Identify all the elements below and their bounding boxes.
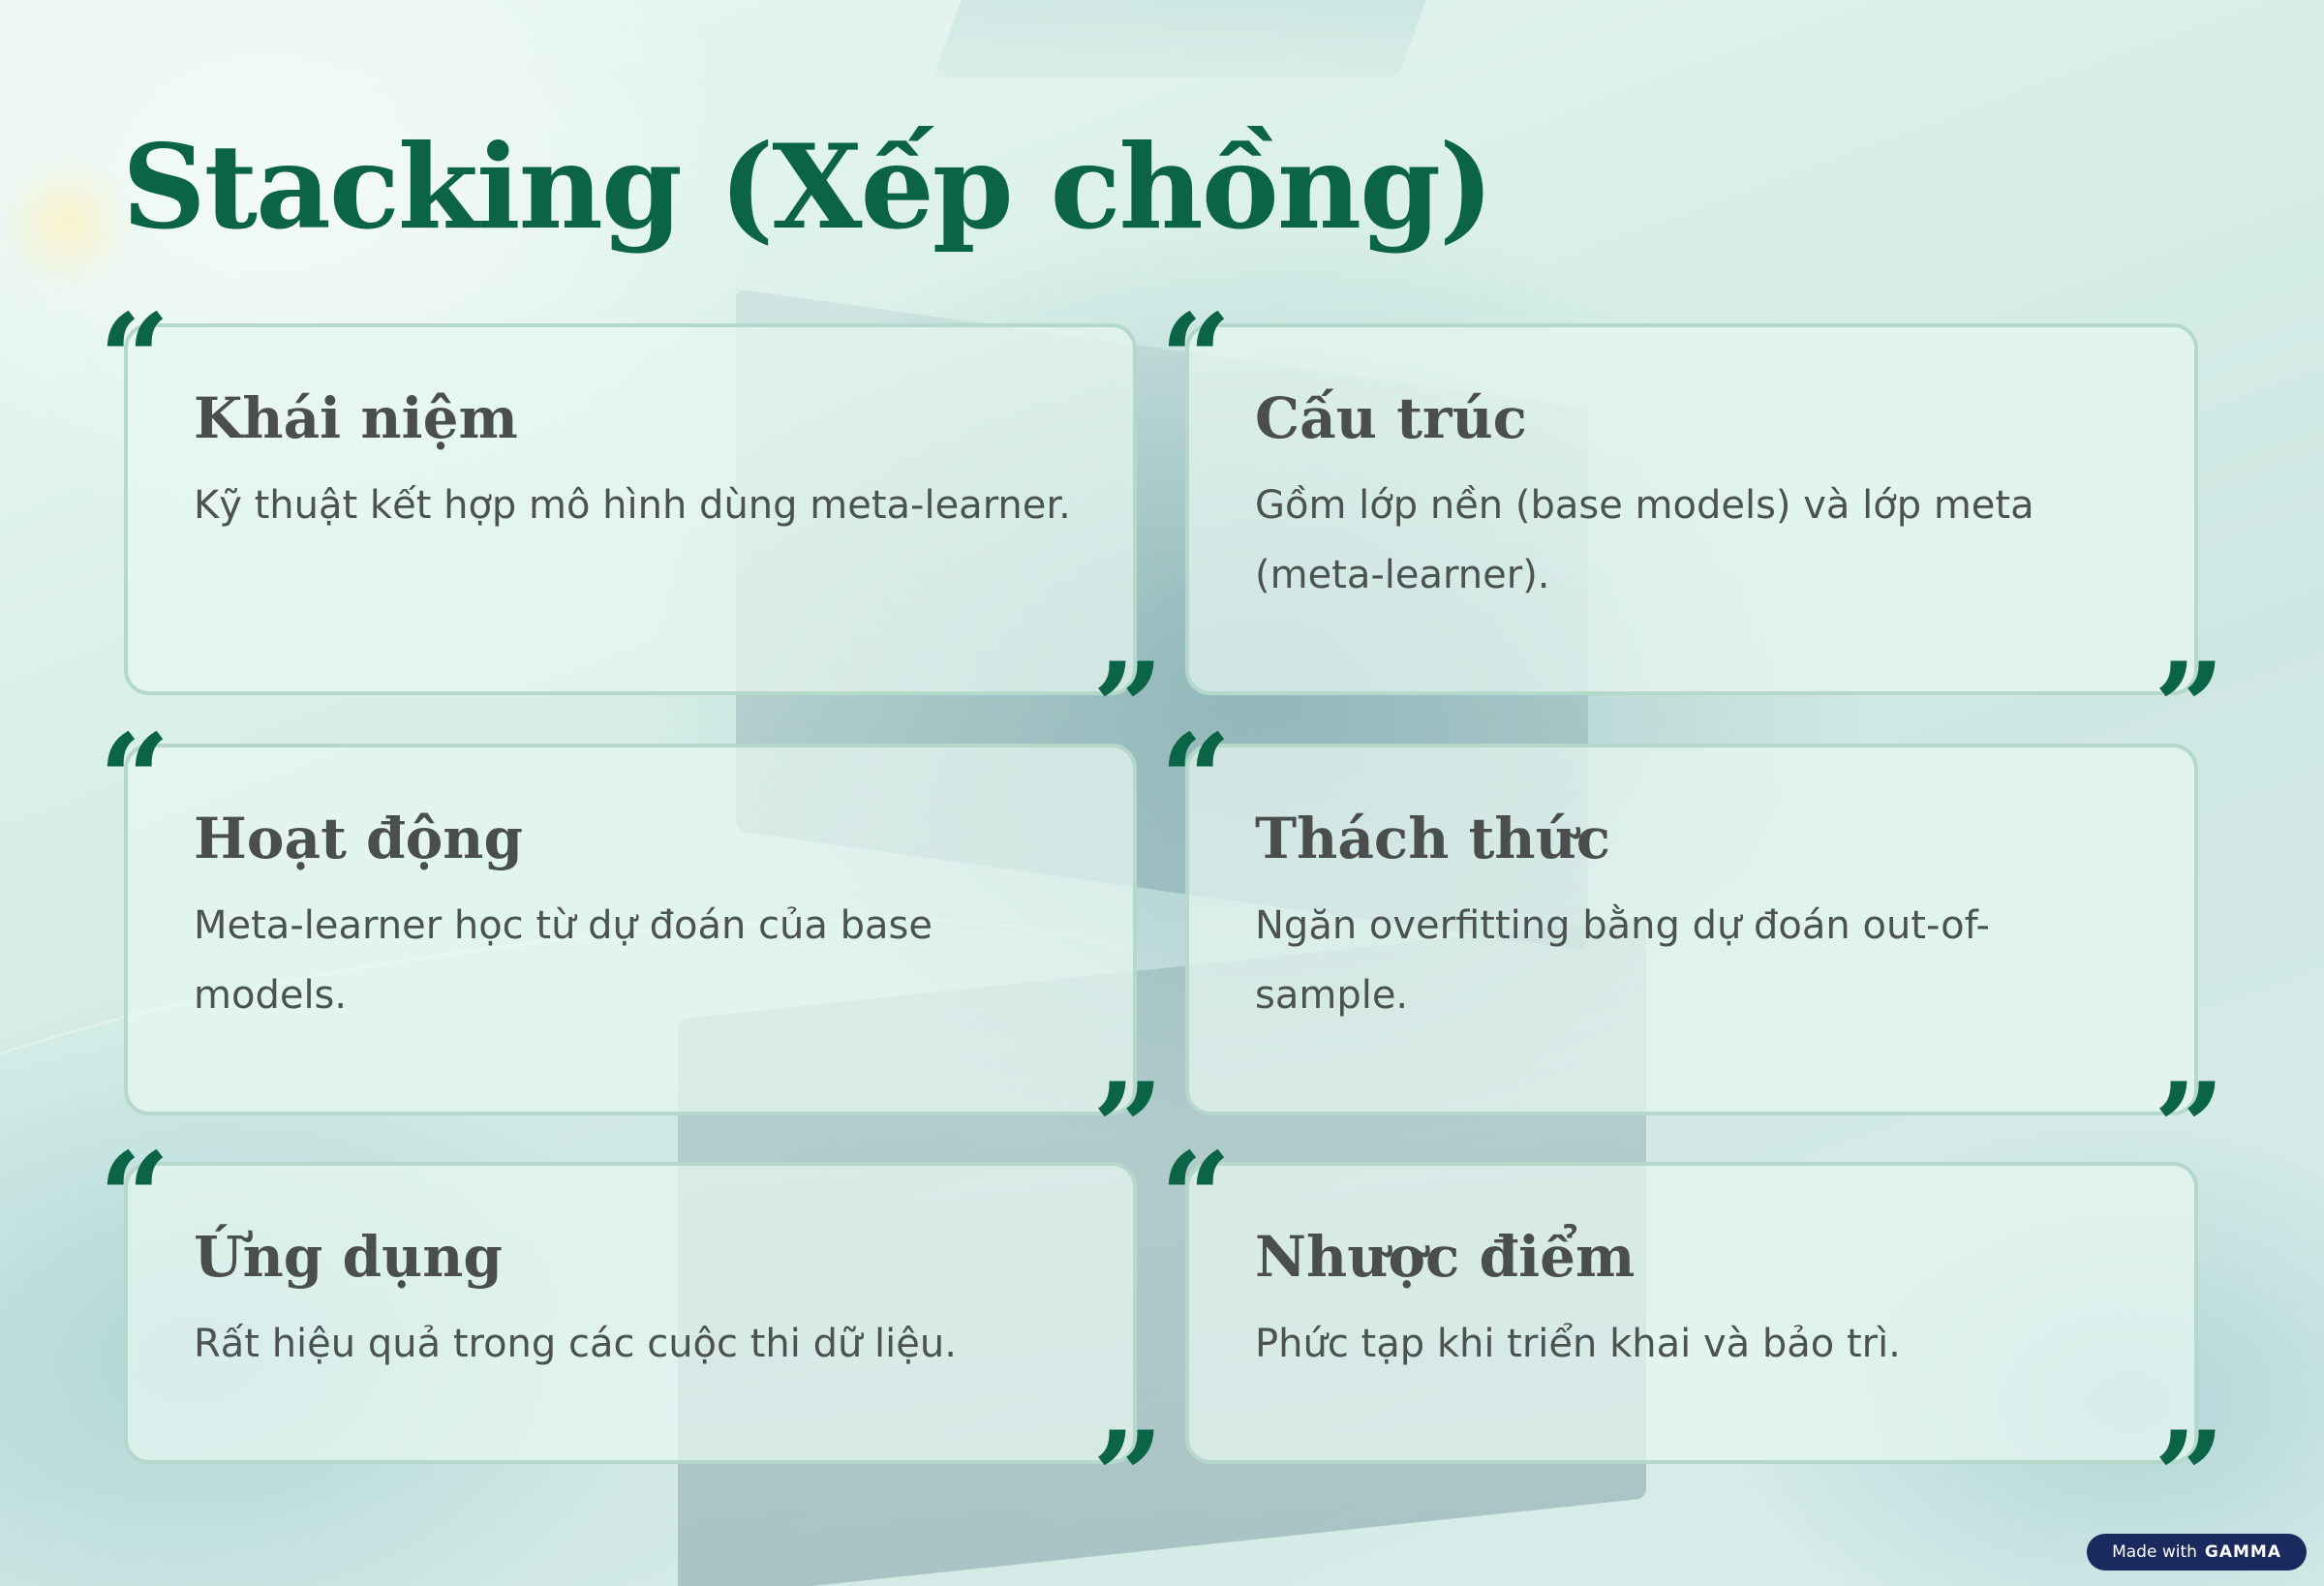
close-quote-icon: ” xyxy=(2154,656,2227,718)
card-text: Phức tạp khi triển khai và bảo trì. xyxy=(1255,1321,1901,1366)
card-text: Meta-learner học từ dự đoán của base mod… xyxy=(194,902,933,1018)
card-hoat-dong: “ Hoạt động Meta-learner học từ dự đoán … xyxy=(99,728,1164,1139)
close-quote-icon: ” xyxy=(1092,1425,1166,1487)
background-glow xyxy=(0,155,136,290)
card-heading: Hoạt động xyxy=(194,806,524,871)
card-text: Gồm lớp nền (base models) và lớp meta (m… xyxy=(1255,482,2034,597)
close-quote-icon: ” xyxy=(2154,1077,2227,1139)
open-quote-icon: “ xyxy=(99,1146,172,1208)
card-cau-truc: “ Cấu trúc Gồm lớp nền (base models) và … xyxy=(1160,308,2225,718)
card-nhuoc-diem: “ Nhược điểm Phức tạp khi triển khai và … xyxy=(1160,1146,2225,1487)
card-heading: Khái niệm xyxy=(194,385,518,451)
page-title: Stacking (Xếp chồng) xyxy=(122,119,1494,256)
card-text: Ngăn overfitting bằng dự đoán out-of-sam… xyxy=(1255,902,1990,1018)
card-ung-dung: “ Ứng dụng Rất hiệu quả trong các cuộc t… xyxy=(99,1146,1164,1487)
card-heading: Nhược điểm xyxy=(1255,1224,1636,1290)
close-quote-icon: ” xyxy=(1092,656,1166,718)
gamma-logo: GAMMA xyxy=(2204,1542,2281,1562)
card-heading: Thách thức xyxy=(1255,806,1611,871)
card-khai-niem: “ Khái niệm Kỹ thuật kết hợp mô hình dùn… xyxy=(99,308,1164,718)
card-thach-thuc: “ Thách thức Ngăn overfitting bằng dự đo… xyxy=(1160,728,2225,1139)
open-quote-icon: “ xyxy=(1160,308,1234,370)
close-quote-icon: ” xyxy=(2154,1425,2227,1487)
card-heading: Cấu trúc xyxy=(1255,385,1527,451)
open-quote-icon: “ xyxy=(1160,728,1234,790)
open-quote-icon: “ xyxy=(99,728,172,790)
made-with-gamma-badge[interactable]: Made with GAMMA xyxy=(2087,1534,2307,1571)
close-quote-icon: ” xyxy=(1092,1077,1166,1139)
open-quote-icon: “ xyxy=(99,308,172,370)
card-heading: Ứng dụng xyxy=(194,1224,503,1290)
open-quote-icon: “ xyxy=(1160,1146,1234,1208)
card-text: Rất hiệu quả trong các cuộc thi dữ liệu. xyxy=(194,1321,957,1366)
card-text: Kỹ thuật kết hợp mô hình dùng meta-learn… xyxy=(194,482,1071,528)
background-shape xyxy=(933,0,1469,77)
badge-prefix: Made with xyxy=(2112,1542,2197,1562)
